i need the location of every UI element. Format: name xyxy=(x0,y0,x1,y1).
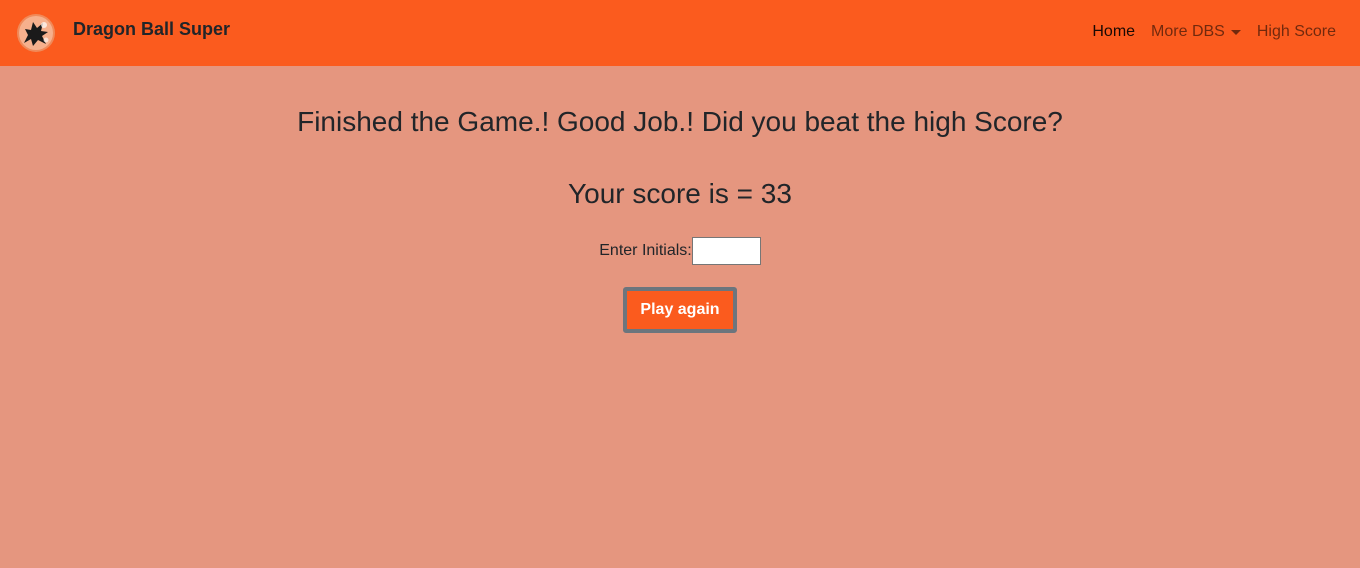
nav-links: Home More DBS High Score xyxy=(1092,22,1336,42)
initials-form: Enter Initials: xyxy=(0,236,1360,266)
initials-label: Enter Initials: xyxy=(599,242,692,259)
nav-home-link[interactable]: Home xyxy=(1092,22,1135,42)
nav-more-dbs-label: More DBS xyxy=(1151,23,1225,40)
nav-high-score-link[interactable]: High Score xyxy=(1257,22,1336,42)
nav-more-dbs-dropdown[interactable]: More DBS xyxy=(1151,22,1241,42)
score-display: Your score is = 33 xyxy=(568,178,792,209)
dragon-emblem-icon[interactable] xyxy=(16,13,56,53)
brand-link[interactable]: Dragon Ball Super xyxy=(73,19,230,39)
chevron-down-icon xyxy=(1230,30,1241,35)
play-again-button[interactable]: Play again xyxy=(623,287,737,333)
finished-heading: Finished the Game.! Good Job.! Did you b… xyxy=(297,106,1063,137)
navbar: Dragon Ball Super Home More DBS High Sco… xyxy=(0,0,1360,66)
initials-input[interactable] xyxy=(691,237,761,265)
